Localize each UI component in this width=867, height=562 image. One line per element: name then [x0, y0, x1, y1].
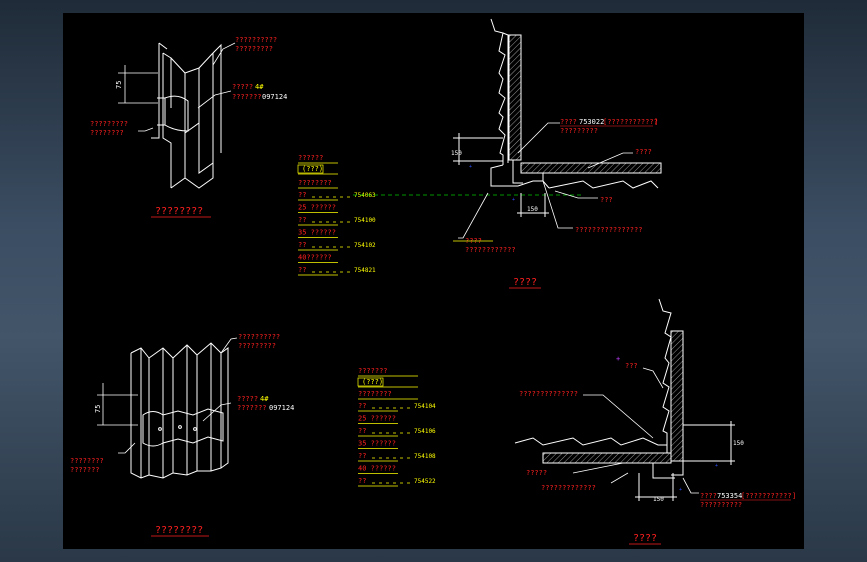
tl-leader-left-1: ????????? [90, 120, 128, 128]
legend-row-code: 754106 [414, 428, 436, 435]
tr-callout-top-1: ???? [560, 118, 577, 126]
tl-leader-mid-2: 4# [255, 83, 264, 91]
br-callout-bottom-right-3: [??????????? [741, 492, 792, 500]
legend-lower-subtitle: ???????? [358, 390, 392, 398]
legend-row-code: 754104 [414, 403, 436, 410]
bl-leader-top-2: ????????? [238, 342, 276, 350]
drawing-canvas[interactable]: 75 ?????????? ????????? ????? 4# ???????… [63, 13, 804, 549]
tl-view-title: ???????? [155, 206, 203, 217]
cad-drawing: 75 ?????????? ????????? ????? 4# ???????… [70, 18, 796, 545]
tr-callout-left-2: ???????????? [465, 246, 516, 254]
bl-leader-left-2: ??????? [70, 466, 100, 474]
tr-callout-right-upper: ???? [635, 148, 652, 156]
bl-dim-value: 75 [94, 405, 102, 413]
br-callout-bottom-right-2: 753354 [717, 492, 742, 500]
legend-lower-tag: (???) [362, 378, 383, 386]
tl-leader-left-2: ???????? [90, 129, 124, 137]
legend-lower-rows: ?? 754104 25 ???????? 754106 35 ???????? 7541… [358, 402, 436, 487]
legend-row-code: 754821 [354, 267, 376, 274]
tl-dimension [118, 65, 158, 104]
tr-dim-vertical: 150 [451, 150, 462, 157]
bl-dimension [97, 383, 138, 426]
legend-row-label: ?? [358, 427, 366, 435]
tr-dim-marker-2: + [512, 197, 515, 203]
tr-callout-top-3: [???????????? [603, 118, 658, 126]
legend-row-label: ?? [298, 266, 306, 274]
legend-row-code: 754063 [354, 192, 376, 199]
legend-lower-title: ??????? [358, 367, 388, 375]
br-dim-marker-2: + [679, 487, 682, 493]
br-dim-marker-1: + [715, 463, 718, 469]
tr-callout-bottom: ???????????????? [575, 226, 642, 234]
tl-leader-mid-4: 097124 [262, 93, 287, 101]
tr-dim-horizontal: 150 [527, 206, 538, 213]
legend-row-label: 25 ?????? [358, 415, 396, 423]
tr-dim-marker-1: + [469, 164, 472, 170]
bl-view-title: ???????? [155, 525, 203, 536]
bl-leader-mid-1: ????? [237, 395, 258, 403]
br-callout-bottom-right-5: ?????????? [700, 501, 742, 509]
legend-row-label: ?? [358, 477, 366, 485]
legend-row-code: 754522 [414, 478, 436, 485]
tr-callout-right-lower: ??? [600, 196, 613, 204]
legend-lower: ??????? (???) ???????? [357, 367, 418, 400]
br-dim-vertical: 150 [733, 440, 744, 447]
br-callout-bottom-right-1: ???? [700, 492, 717, 500]
legend-upper-rows: ?? 754063 25 ???????? 754100 35 ???????? 7541… [298, 191, 376, 276]
legend-row-label: ?? [358, 402, 366, 410]
bl-leader-mid-3: ??????? [237, 404, 267, 412]
legend-row-label: 35 ?????? [298, 229, 336, 237]
tl-leader-mid-3: ??????? [232, 93, 262, 101]
tl-dim-value: 75 [115, 81, 123, 89]
legend-upper-title: ?????? [298, 154, 323, 162]
tl-leader-top-1: ?????????? [235, 36, 277, 44]
br-callout-left-lower: ????? [526, 469, 547, 477]
br-callout-bottom-right-4: ] [792, 492, 796, 500]
br-view-title: ???? [633, 533, 657, 544]
legend-upper: ?????? (???) ???????? [297, 154, 338, 189]
legend-row-label: ?? [358, 452, 366, 460]
tl-leader-top-2: ????????? [235, 45, 273, 53]
legend-row-label: 40?????? [298, 254, 332, 262]
tr-callout-top-5: ????????? [560, 127, 598, 135]
legend-row-label: ?? [298, 241, 306, 249]
legend-row-code: 754100 [354, 217, 376, 224]
legend-row-label: ?? [298, 216, 306, 224]
tr-view-title: ???? [513, 277, 537, 288]
legend-row-code: 754102 [354, 242, 376, 249]
tl-leader-mid-1: ????? [232, 83, 253, 91]
view-bottom-right-section [514, 298, 735, 501]
bl-leader-left-1: ???????? [70, 457, 104, 465]
legend-row-code: 754108 [414, 453, 436, 460]
legend-row-label: 40 ?????? [358, 465, 396, 473]
br-callout-bottom-left: ????????????? [541, 484, 596, 492]
br-callout-left: ?????????????? [519, 390, 578, 398]
legend-row-label: 35 ?????? [358, 440, 396, 448]
bl-leader-top-1: ?????????? [238, 333, 280, 341]
view-bottom-left-isometric [130, 342, 229, 479]
bl-leader-mid-2: 4# [260, 395, 269, 403]
view-top-left-isometric [151, 42, 222, 189]
br-callout-top: ??? [625, 362, 638, 370]
legend-row-label: ?? [298, 191, 306, 199]
tr-callout-top-2: 753022 [579, 118, 604, 126]
legend-upper-subtitle: ???????? [298, 179, 332, 187]
legend-row-label: 25 ?????? [298, 204, 336, 212]
legend-upper-tag: (???) [302, 165, 323, 173]
bl-leader-mid-4: 097124 [269, 404, 294, 412]
br-dim-horizontal: 150 [653, 496, 664, 503]
br-origin-marker: + [616, 355, 620, 363]
tr-callout-top-4: ] [654, 118, 658, 126]
